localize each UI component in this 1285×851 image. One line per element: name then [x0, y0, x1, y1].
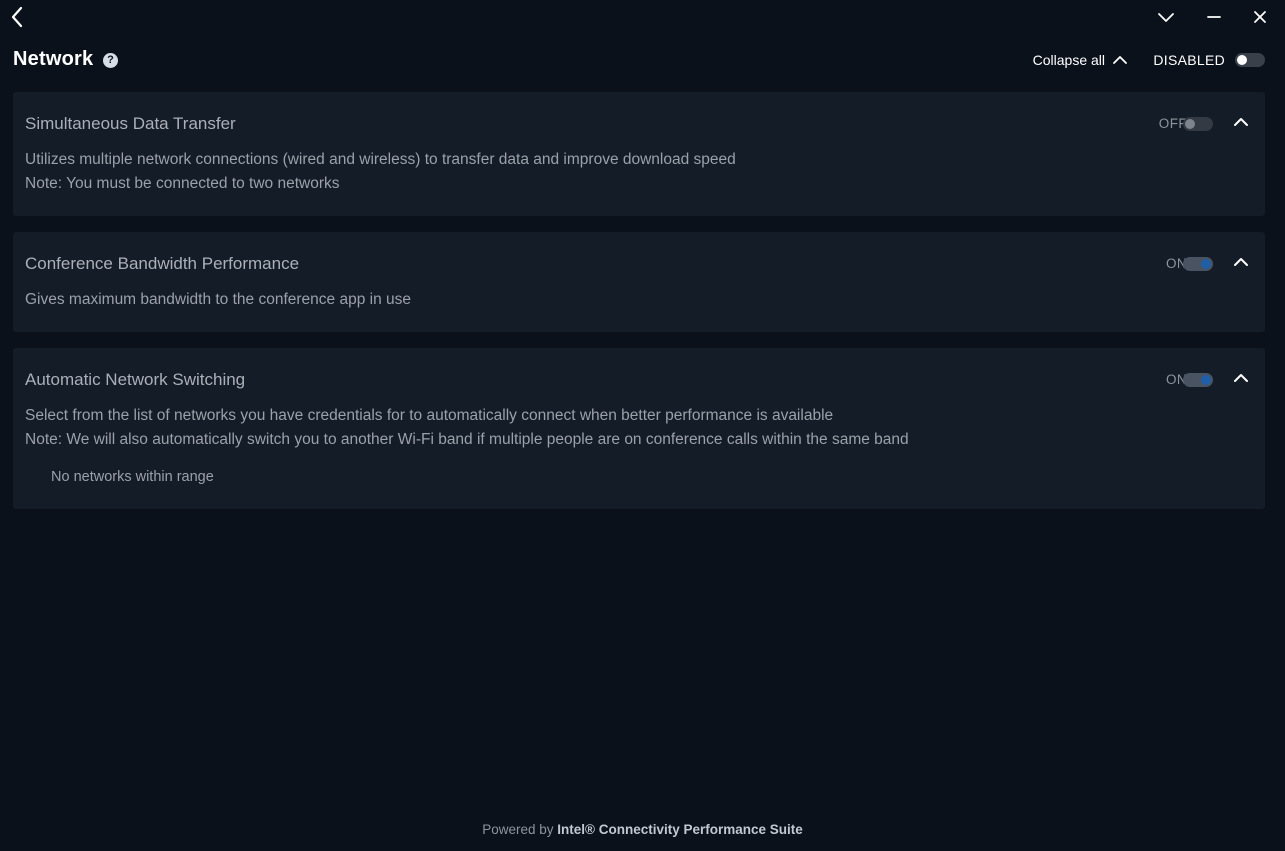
- card-simultaneous-data-transfer: Simultaneous Data Transfer OFF Utilizes …: [13, 92, 1265, 216]
- master-toggle[interactable]: [1235, 53, 1265, 67]
- card-conference-bandwidth-performance: Conference Bandwidth Performance ON Give…: [13, 232, 1265, 332]
- card-collapse-button[interactable]: [1231, 114, 1251, 130]
- footer: Powered by Intel® Connectivity Performan…: [0, 822, 1285, 837]
- master-state-label: DISABLED: [1153, 52, 1225, 68]
- footer-prefix: Powered by: [482, 822, 554, 837]
- networks-empty-message: No networks within range: [51, 469, 214, 485]
- help-icon[interactable]: ?: [103, 53, 118, 68]
- card-title: Automatic Network Switching: [25, 370, 246, 389]
- chevron-left-icon: [11, 6, 23, 28]
- chevron-up-icon: [1234, 374, 1248, 382]
- card-note: Note: You must be connected to two netwo…: [25, 175, 340, 192]
- card-title: Conference Bandwidth Performance: [25, 254, 300, 273]
- automatic-network-switching-toggle[interactable]: [1183, 373, 1213, 387]
- chevron-up-icon: [1113, 56, 1127, 64]
- close-icon: [1254, 11, 1266, 23]
- minimize-icon: [1207, 16, 1221, 18]
- page-title: Network: [13, 48, 94, 70]
- card-collapse-button[interactable]: [1231, 254, 1251, 270]
- card-description: Gives maximum bandwidth to the conferenc…: [25, 291, 411, 308]
- toggle-knob: [1201, 375, 1211, 385]
- minimize-button[interactable]: [1199, 2, 1229, 32]
- card-description: Utilizes multiple network connections (w…: [25, 151, 736, 168]
- card-note: Note: We will also automatically switch …: [25, 431, 909, 448]
- card-automatic-network-switching: Automatic Network Switching ON Select fr…: [13, 348, 1265, 509]
- close-button[interactable]: [1245, 2, 1275, 32]
- footer-brand: Intel® Connectivity Performance Suite: [557, 822, 803, 837]
- card-collapse-button[interactable]: [1231, 370, 1251, 386]
- chevron-up-icon: [1234, 258, 1248, 266]
- toggle-knob: [1201, 259, 1211, 269]
- conference-bandwidth-toggle[interactable]: [1183, 257, 1213, 271]
- simultaneous-data-transfer-toggle[interactable]: [1183, 117, 1213, 131]
- card-description: Select from the list of networks you hav…: [25, 407, 834, 424]
- back-button[interactable]: [2, 2, 32, 32]
- toggle-knob: [1185, 119, 1195, 129]
- title-bar: [0, 0, 1285, 34]
- app-window: Network ? Collapse all DISABLED Simultan…: [0, 0, 1285, 851]
- chevron-up-icon: [1234, 118, 1248, 126]
- page-header: Network ? Collapse all DISABLED: [13, 44, 1265, 76]
- collapse-all-label: Collapse all: [1032, 52, 1105, 68]
- collapse-all-button[interactable]: Collapse all: [1033, 52, 1128, 68]
- chevron-down-icon: [1158, 13, 1174, 22]
- menu-dropdown-button[interactable]: [1151, 2, 1181, 32]
- card-title: Simultaneous Data Transfer: [25, 114, 236, 133]
- toggle-knob: [1237, 55, 1247, 65]
